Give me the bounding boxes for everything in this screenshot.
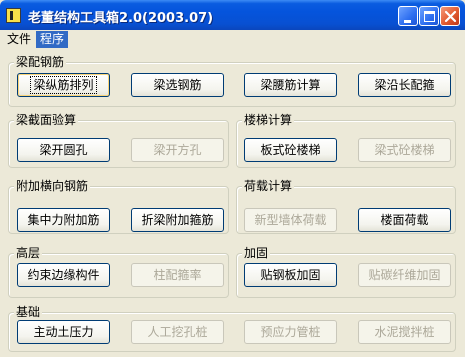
window-title: 老董结构工具箱2.0(2003.07) <box>28 11 214 26</box>
slab-stair-button[interactable]: 板式砼楼梯 <box>244 138 337 162</box>
group-title: 梁配钢筋 <box>14 55 67 69</box>
close-button[interactable] <box>440 6 460 26</box>
beam-stirrup-button[interactable]: 梁沿长配箍 <box>358 73 451 97</box>
beam-longitudinal-bar-button[interactable]: 梁纵筋排列 <box>17 73 110 97</box>
title-bar: 老董结构工具箱2.0(2003.07) <box>0 0 465 30</box>
close-icon <box>444 10 457 23</box>
beam-round-hole-button[interactable]: 梁开圆孔 <box>17 138 110 162</box>
menu-bar: 文件 程序 <box>0 30 465 49</box>
minimize-button[interactable] <box>398 6 418 26</box>
minimize-icon <box>404 20 411 23</box>
group-title: 楼梯计算 <box>242 113 295 127</box>
folded-beam-stirrup-button[interactable]: 折梁附加箍筋 <box>131 208 224 232</box>
floor-load-button[interactable]: 楼面荷载 <box>358 208 451 232</box>
menu-program[interactable]: 程序 <box>36 31 69 48</box>
prestressed-pipe-pile-button[interactable]: 预应力管桩 <box>244 320 337 344</box>
steel-plate-strengthen-button[interactable]: 贴钢板加固 <box>244 263 337 287</box>
carbon-fiber-strengthen-button[interactable]: 贴碳纤维加固 <box>358 263 451 287</box>
maximize-icon <box>424 11 435 22</box>
concentrated-force-bar-button[interactable]: 集中力附加筋 <box>17 208 110 232</box>
beam-stair-button[interactable]: 梁式砼楼梯 <box>358 138 451 162</box>
group-title: 基础 <box>14 305 43 319</box>
group-title: 加固 <box>242 246 271 260</box>
maximize-button[interactable] <box>419 6 439 26</box>
cement-mixing-pile-button[interactable]: 水泥搅拌桩 <box>358 320 451 344</box>
column-stirrup-ratio-button[interactable]: 柱配箍率 <box>131 263 224 287</box>
boundary-member-button[interactable]: 约束边缘构件 <box>17 263 110 287</box>
manual-bored-pile-button[interactable]: 人工挖孔桩 <box>131 320 224 344</box>
group-title: 荷载计算 <box>242 179 295 193</box>
beam-square-hole-button[interactable]: 梁开方孔 <box>131 138 224 162</box>
app-icon[interactable] <box>6 8 21 23</box>
active-earth-pressure-button[interactable]: 主动土压力 <box>17 320 110 344</box>
group-title: 附加横向钢筋 <box>14 179 91 193</box>
group-title: 梁截面验算 <box>14 113 79 127</box>
beam-select-rebar-button[interactable]: 梁选钢筋 <box>131 73 224 97</box>
beam-waist-bar-button[interactable]: 梁腰筋计算 <box>244 73 337 97</box>
group-title: 高层 <box>14 246 43 260</box>
new-wall-load-button[interactable]: 新型墙体荷载 <box>244 208 337 232</box>
menu-file[interactable]: 文件 <box>3 31 35 48</box>
